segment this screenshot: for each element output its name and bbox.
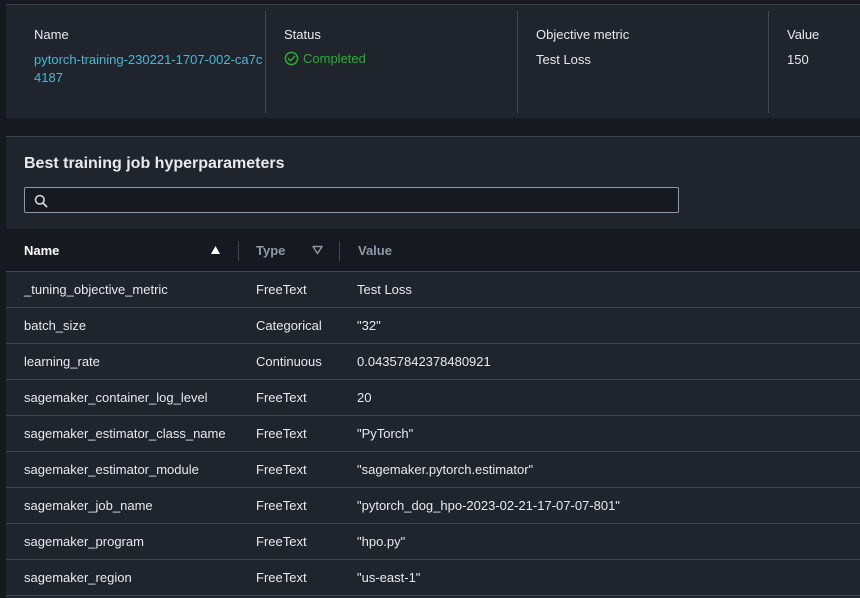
table-row: sagemaker_job_name FreeText "pytorch_dog… [6,488,860,524]
table-row: learning_rate Continuous 0.0435784237848… [6,344,860,380]
row-value: 20 [357,390,372,405]
row-value: "hpo.py" [357,534,406,549]
summary-name-column: Name pytorch-training-230221-1707-002-ca… [34,11,264,113]
row-value: Test Loss [357,282,412,297]
row-type: FreeText [256,570,307,585]
status-value: Completed [303,51,366,66]
column-divider[interactable] [339,241,340,261]
caret-down-icon[interactable] [312,245,323,255]
summary-status-column: Status Completed [265,11,517,113]
summary-value-column: Value 150 [768,11,858,113]
row-name: sagemaker_estimator_class_name [24,426,226,441]
column-divider[interactable] [238,241,239,261]
search-box [24,187,679,213]
row-value: "PyTorch" [357,426,414,441]
row-name: sagemaker_estimator_module [24,462,199,477]
row-value: 0.04357842378480921 [357,354,491,369]
summary-objective-column: Objective metric Test Loss [517,11,768,113]
hyperparameters-table-body: _tuning_objective_metric FreeText Test L… [6,272,860,596]
column-header-type[interactable]: Type [256,229,285,272]
objective-metric-label: Objective metric [536,27,630,42]
search-input[interactable] [53,190,673,210]
panel-title: Best training job hyperparameters [24,155,285,172]
table-row: sagemaker_estimator_class_name FreeText … [6,416,860,452]
table-row: sagemaker_region FreeText "us-east-1" [6,560,860,596]
row-name: sagemaker_container_log_level [24,390,208,405]
table-row: sagemaker_estimator_module FreeText "sag… [6,452,860,488]
row-value: "sagemaker.pytorch.estimator" [357,462,534,477]
name-label: Name [34,27,69,42]
hyperparameters-panel: Best training job hyperparameters Name T… [6,136,860,598]
row-type: Categorical [256,318,322,333]
row-type: FreeText [256,390,307,405]
table-header: Name Type Value [6,229,860,272]
row-type: FreeText [256,282,307,297]
row-type: FreeText [256,426,307,441]
best-job-summary: Name pytorch-training-230221-1707-002-ca… [6,4,860,118]
status-indicator: Completed [284,51,517,66]
table-row: sagemaker_program FreeText "hpo.py" [6,524,860,560]
table-row: sagemaker_container_log_level FreeText 2… [6,380,860,416]
row-name: sagemaker_region [24,570,132,585]
caret-up-icon[interactable] [210,245,221,255]
objective-metric-value: Test Loss [536,52,591,67]
metric-value: 150 [787,52,809,67]
row-name: _tuning_objective_metric [24,282,168,297]
row-type: FreeText [256,462,307,477]
column-header-name[interactable]: Name [24,229,59,272]
row-type: Continuous [256,354,322,369]
table-row: _tuning_objective_metric FreeText Test L… [6,272,860,308]
search-icon [34,194,48,208]
row-type: FreeText [256,534,307,549]
row-value: "us-east-1" [357,570,421,585]
table-row: batch_size Categorical "32" [6,308,860,344]
check-circle-icon [284,51,299,66]
row-value: "pytorch_dog_hpo-2023-02-21-17-07-07-801… [357,498,620,513]
status-label: Status [284,27,321,42]
row-name: learning_rate [24,354,100,369]
row-type: FreeText [256,498,307,513]
training-job-link[interactable]: pytorch-training-230221-1707-002-ca7c418… [34,51,264,87]
row-name: sagemaker_job_name [24,498,153,513]
row-name: sagemaker_program [24,534,144,549]
value-label: Value [787,27,820,42]
row-value: "32" [357,318,381,333]
column-header-value[interactable]: Value [358,229,392,272]
row-name: batch_size [24,318,87,333]
